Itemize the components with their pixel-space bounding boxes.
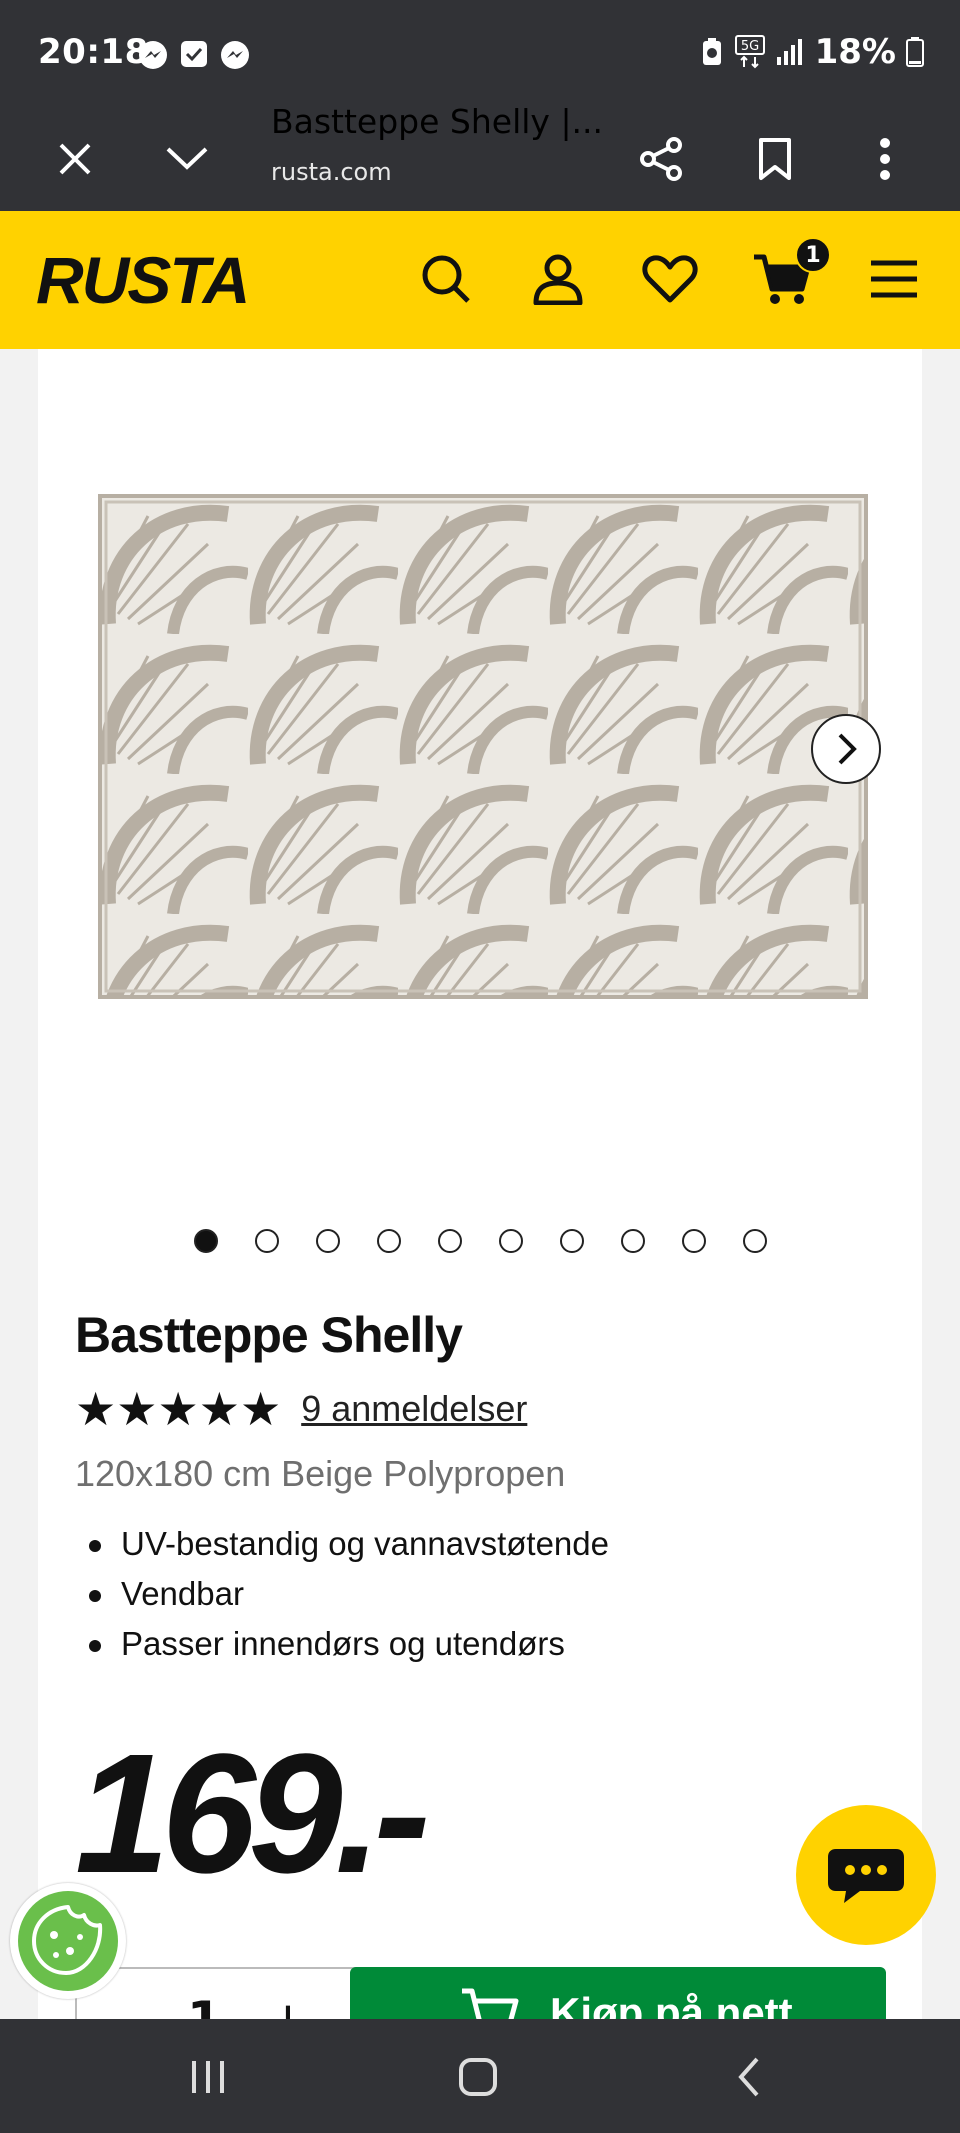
chat-icon bbox=[828, 1849, 904, 1903]
more-vertical-icon bbox=[880, 138, 890, 180]
pagination-dot[interactable] bbox=[438, 1229, 462, 1253]
search-button[interactable] bbox=[408, 241, 484, 317]
bookmark-icon bbox=[759, 138, 791, 180]
messenger-icon bbox=[139, 41, 167, 69]
svg-text:5G: 5G bbox=[740, 39, 758, 54]
reviews-link[interactable]: 9 anmeldelser bbox=[301, 1388, 527, 1430]
browser-page-title[interactable]: Bastteppe Shelly |... bbox=[271, 102, 603, 141]
search-icon bbox=[422, 255, 470, 303]
system-navigation-bar bbox=[0, 2019, 960, 2133]
heart-icon bbox=[642, 255, 698, 303]
feature-item: UV-bestandig og vannavstøtende bbox=[75, 1519, 609, 1569]
share-button[interactable] bbox=[627, 124, 697, 194]
pagination-dot[interactable] bbox=[316, 1229, 340, 1253]
checkbox-icon bbox=[181, 41, 207, 67]
image-pagination-dots bbox=[194, 1229, 767, 1253]
back-icon bbox=[738, 2057, 759, 2097]
pagination-dot[interactable] bbox=[682, 1229, 706, 1253]
rusta-logo[interactable]: RUSTA bbox=[36, 247, 276, 315]
home-icon bbox=[459, 2058, 497, 2096]
pagination-dot[interactable] bbox=[194, 1229, 218, 1253]
share-icon bbox=[640, 137, 682, 181]
chat-button[interactable] bbox=[796, 1805, 936, 1945]
pagination-dot[interactable] bbox=[743, 1229, 767, 1253]
chevron-right-icon bbox=[838, 733, 857, 765]
signal-icon bbox=[776, 39, 802, 65]
site-header: RUSTA bbox=[0, 211, 960, 349]
pagination-dot[interactable] bbox=[377, 1229, 401, 1253]
browser-url[interactable]: rusta.com bbox=[271, 158, 392, 186]
back-button[interactable] bbox=[708, 2047, 788, 2107]
cookie-settings-button[interactable] bbox=[10, 1883, 126, 1999]
more-options-button[interactable] bbox=[850, 124, 920, 194]
quantity-value: 1 bbox=[187, 1991, 222, 2019]
bookmark-button[interactable] bbox=[740, 124, 810, 194]
product-image-rug[interactable] bbox=[98, 494, 868, 999]
pagination-dot[interactable] bbox=[621, 1229, 645, 1253]
cart-icon bbox=[462, 1988, 519, 2019]
recent-apps-button[interactable] bbox=[168, 2047, 248, 2107]
buy-online-label: Kjøp på nett bbox=[550, 1989, 793, 2019]
buy-online-button[interactable]: Kjøp på nett bbox=[350, 1967, 886, 2019]
account-button[interactable] bbox=[520, 241, 596, 317]
battery-saver-icon bbox=[702, 38, 721, 65]
wishlist-button[interactable] bbox=[632, 241, 708, 317]
quantity-increase-button[interactable]: + bbox=[267, 1991, 309, 2019]
battery-percent: 18% bbox=[814, 32, 896, 72]
rating-stars: ★★★★★ bbox=[75, 1382, 282, 1436]
feature-item: Vendbar bbox=[75, 1569, 609, 1619]
product-rating: ★★★★★ 9 anmeldelser bbox=[75, 1386, 527, 1432]
menu-button[interactable] bbox=[856, 241, 932, 317]
close-tab-button[interactable] bbox=[40, 124, 110, 194]
network-5g-icon: 5G bbox=[734, 35, 765, 69]
feature-item: Passer innendørs og utendørs bbox=[75, 1619, 609, 1669]
product-title: Bastteppe Shelly bbox=[75, 1307, 463, 1363]
pagination-dot[interactable] bbox=[255, 1229, 279, 1253]
recent-apps-icon bbox=[192, 2061, 224, 2093]
battery-icon bbox=[906, 37, 924, 67]
collapse-button[interactable] bbox=[152, 124, 222, 194]
feature-list: UV-bestandig og vannavstøtende Vendbar P… bbox=[75, 1519, 609, 1669]
messenger-icon bbox=[221, 41, 249, 69]
status-bar: 20:18 5G 18% bbox=[0, 0, 960, 108]
product-price: 169.- bbox=[75, 1719, 430, 1909]
pagination-dot[interactable] bbox=[560, 1229, 584, 1253]
svg-text:RUSTA: RUSTA bbox=[36, 247, 248, 315]
account-icon bbox=[533, 254, 583, 305]
product-subtitle: 120x180 cm Beige Polypropen bbox=[75, 1453, 566, 1494]
next-image-button[interactable] bbox=[811, 714, 881, 784]
home-button[interactable] bbox=[438, 2047, 518, 2107]
cookie-icon bbox=[18, 1891, 118, 1991]
close-icon bbox=[59, 143, 91, 175]
pagination-dot[interactable] bbox=[499, 1229, 523, 1253]
status-time: 20:18 bbox=[38, 32, 149, 72]
chevron-down-icon bbox=[166, 147, 208, 170]
cart-count-badge: 1 bbox=[795, 237, 831, 273]
status-right: 5G 18% bbox=[699, 32, 924, 72]
product-card: Bastteppe Shelly ★★★★★ 9 anmeldelser 120… bbox=[38, 349, 922, 2019]
menu-icon bbox=[871, 260, 917, 298]
